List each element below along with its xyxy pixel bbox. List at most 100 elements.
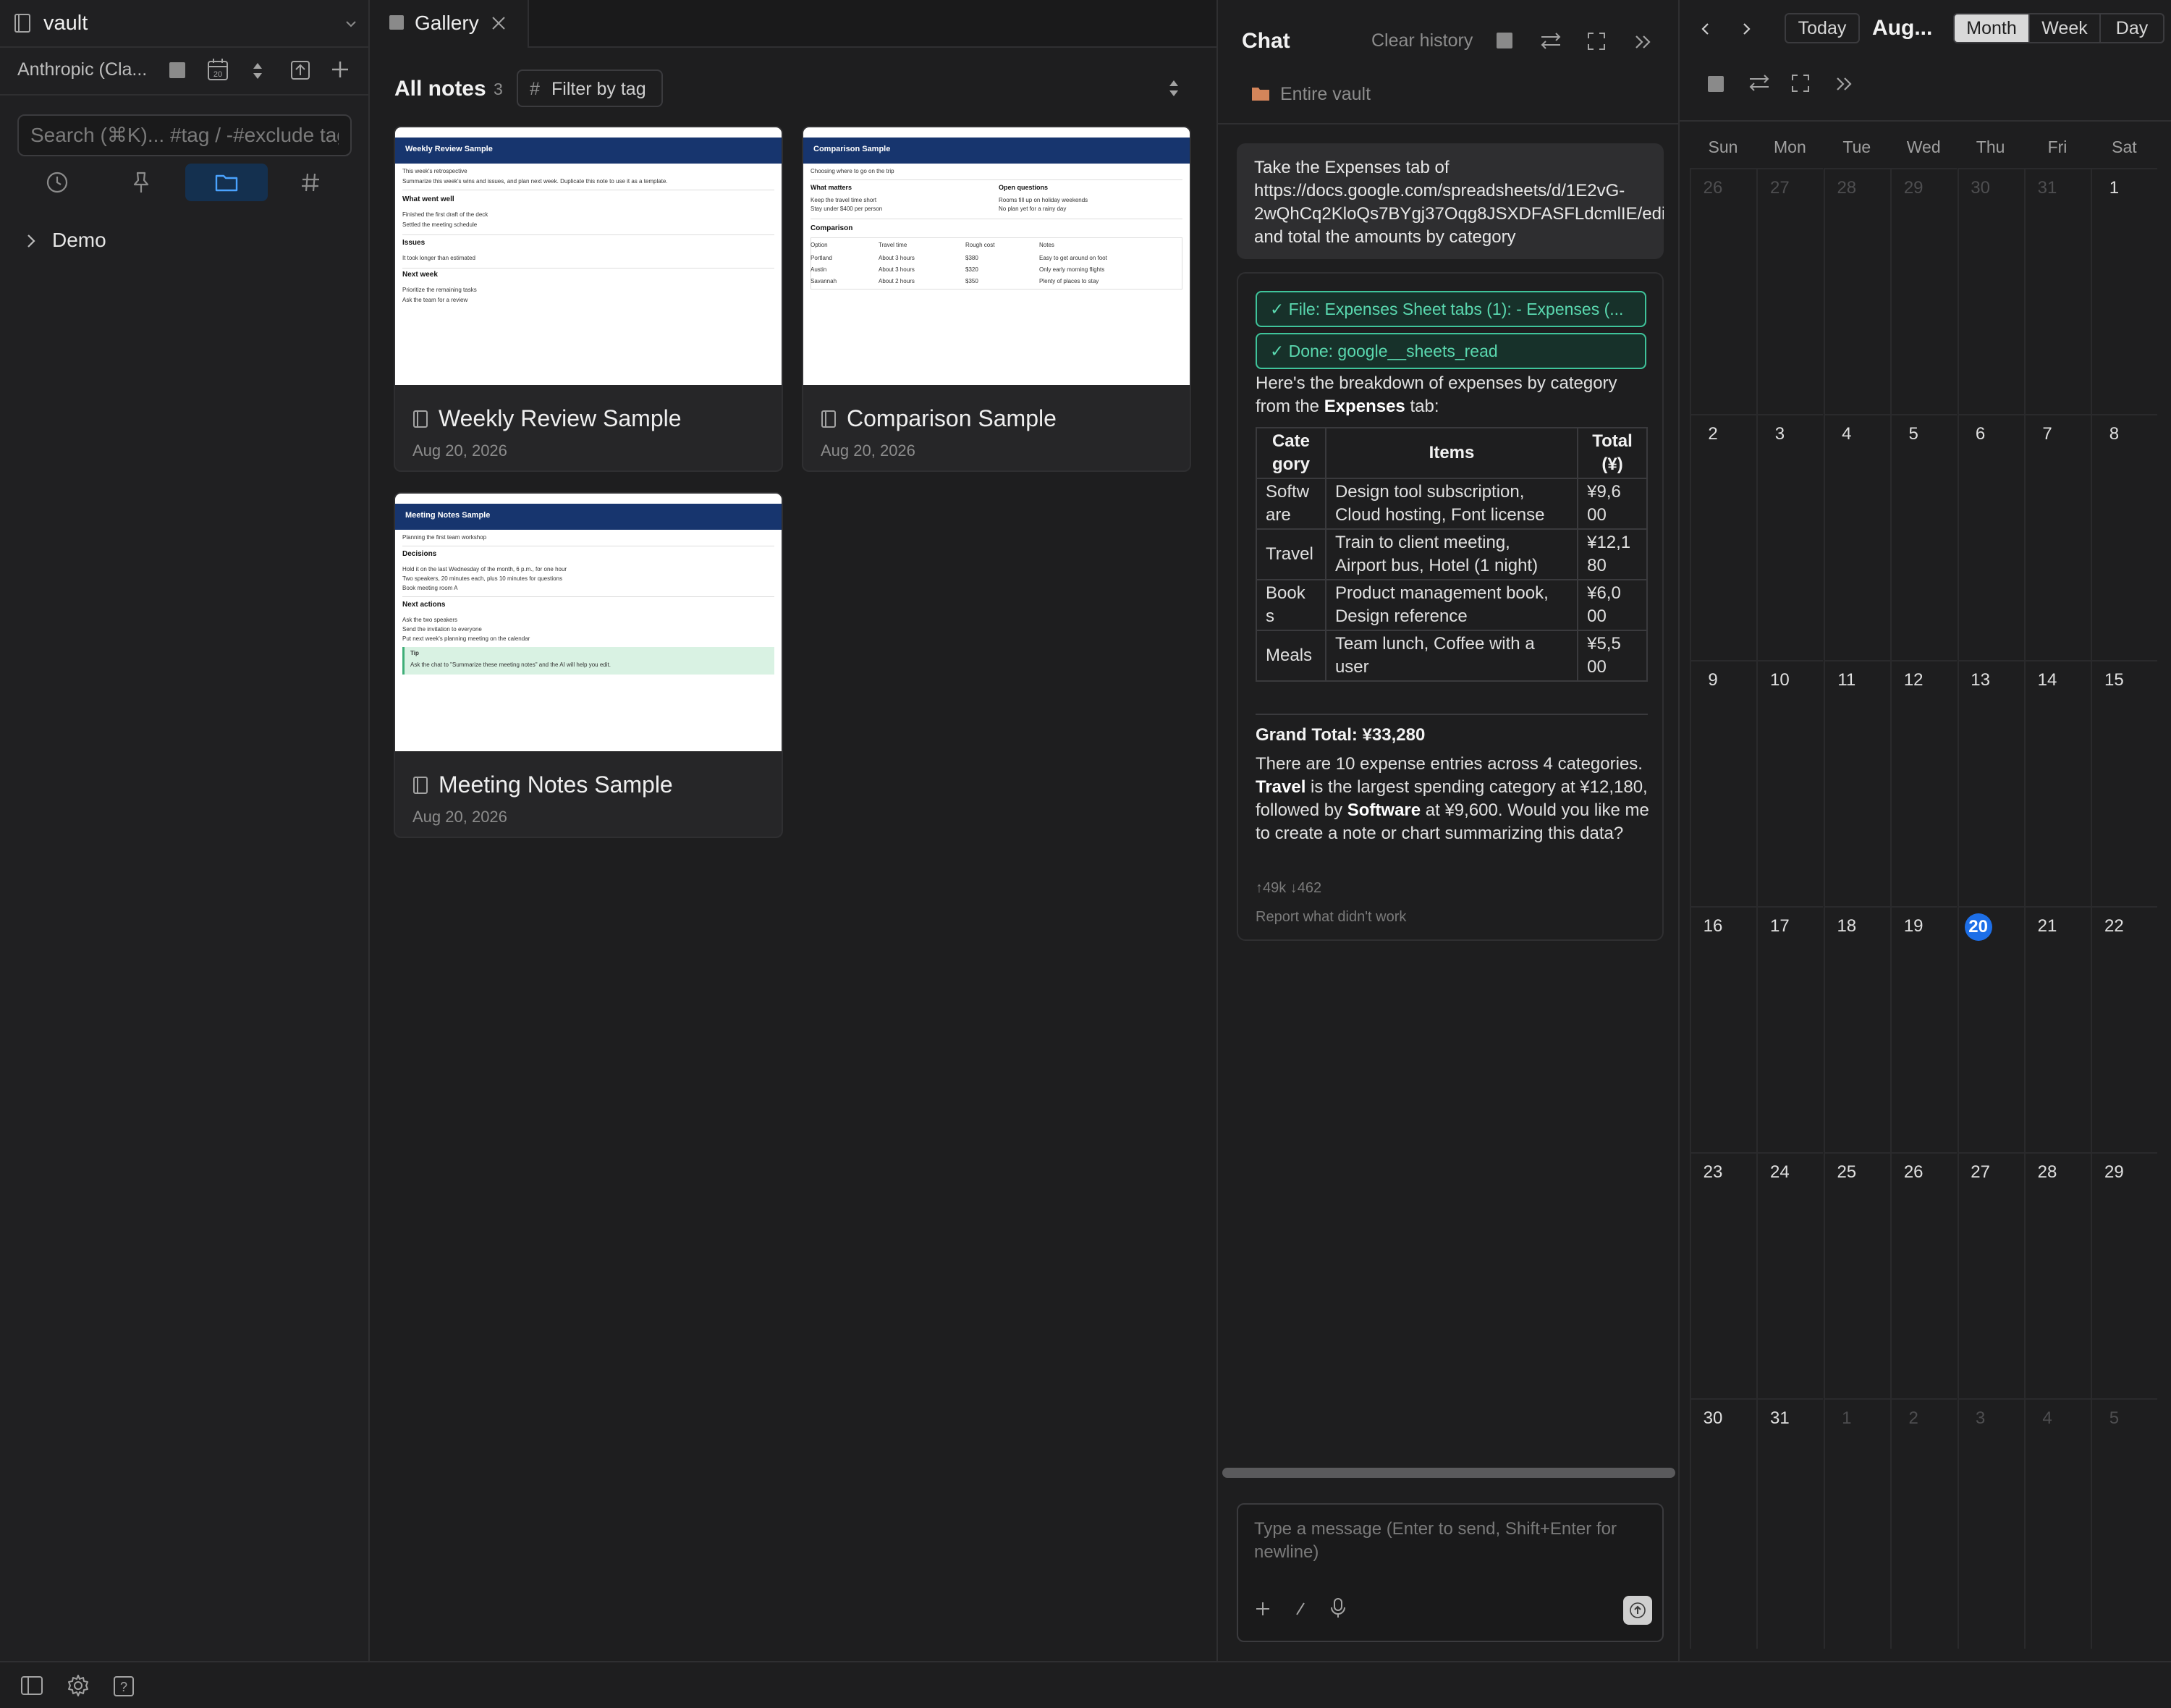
today-button[interactable]: Today <box>1785 13 1860 43</box>
message-input[interactable] <box>1254 1518 1651 1576</box>
calendar-day[interactable]: 1 <box>2091 168 2158 414</box>
calendar-day[interactable]: 31 <box>2024 168 2091 414</box>
sort-icon[interactable] <box>1167 78 1180 98</box>
tree-item-demo[interactable]: Demo <box>26 227 344 256</box>
hash-icon <box>300 172 321 193</box>
microphone-icon[interactable] <box>1329 1597 1347 1619</box>
help-icon[interactable]: ? <box>113 1675 135 1697</box>
calendar-day[interactable]: 14 <box>2024 660 2091 906</box>
calendar-day[interactable]: 31 <box>1756 1398 1824 1649</box>
calendar-day[interactable]: 5 <box>1890 414 1958 660</box>
tab-tags[interactable] <box>269 164 352 201</box>
chevron-right-icon[interactable] <box>1740 20 1752 38</box>
day-number: 19 <box>1903 916 1924 936</box>
send-button[interactable] <box>1623 1596 1652 1625</box>
search-input[interactable] <box>19 116 350 155</box>
report-link[interactable]: Report what didn't work <box>1256 909 1406 926</box>
horizontal-scrollbar[interactable] <box>1222 1468 1675 1478</box>
calendar-day[interactable]: 25 <box>1823 1152 1890 1398</box>
add-icon[interactable] <box>1254 1600 1271 1618</box>
thumbnail-tip-title: Tip <box>410 650 419 656</box>
calendar-day[interactable]: 18 <box>1823 906 1890 1152</box>
calendar-day[interactable]: 11 <box>1823 660 1890 906</box>
note-card[interactable]: Weekly Review Sample This week's retrosp… <box>394 126 783 472</box>
vault-switcher[interactable]: vault <box>0 0 370 48</box>
calendar-day[interactable]: 26 <box>1690 168 1756 414</box>
upload-icon[interactable] <box>289 59 311 81</box>
calendar-day[interactable]: 15 <box>2091 660 2158 906</box>
calendar-day[interactable]: 29 <box>1890 168 1958 414</box>
expand-icon[interactable] <box>1587 32 1606 51</box>
model-selector[interactable]: Anthropic (Cla... <box>17 59 147 80</box>
clear-history-button[interactable]: Clear history <box>1371 30 1473 51</box>
calendar-day[interactable]: 21 <box>2024 906 2091 1152</box>
sort-icon[interactable] <box>250 61 265 81</box>
tab-gallery[interactable]: Gallery <box>370 0 529 48</box>
tab-recent[interactable] <box>16 164 98 201</box>
calendar-day[interactable]: 27 <box>1957 1152 2024 1398</box>
view-month[interactable]: Month <box>1953 13 2030 43</box>
day-number: 28 <box>1837 178 1857 198</box>
tree-item-label: Demo <box>52 229 106 251</box>
calendar-day[interactable]: 4 <box>2024 1398 2091 1649</box>
close-icon[interactable] <box>490 14 507 32</box>
collapse-right-icon[interactable] <box>1834 75 1853 93</box>
calendar-day-today[interactable]: 20 <box>1957 906 2024 1152</box>
calendar-day[interactable]: 2 <box>1690 414 1756 660</box>
calendar-day[interactable]: 7 <box>2024 414 2091 660</box>
calendar-day[interactable]: 19 <box>1890 906 1958 1152</box>
calendar-day[interactable]: 29 <box>2091 1152 2158 1398</box>
tab-folders[interactable] <box>185 164 268 201</box>
day-number: 8 <box>2109 424 2120 444</box>
expand-icon[interactable] <box>1791 74 1810 93</box>
calendar-day[interactable]: 27 <box>1756 168 1824 414</box>
swap-icon[interactable] <box>1748 72 1771 93</box>
tool-call-file[interactable]: ✓ File: Expenses Sheet tabs (1): - Expen… <box>1256 291 1646 327</box>
tool-call-done[interactable]: ✓ Done: google__sheets_read <box>1256 333 1646 369</box>
calendar-day[interactable]: 1 <box>1823 1398 1890 1649</box>
chat-title: Chat <box>1242 29 1290 53</box>
tab-pinned[interactable] <box>100 164 182 201</box>
calendar-day[interactable]: 3 <box>1957 1398 2024 1649</box>
chevron-left-icon[interactable] <box>1700 20 1711 38</box>
filter-by-tag-button[interactable]: # Filter by tag <box>517 69 663 107</box>
calendar-day[interactable]: 5 <box>2091 1398 2158 1649</box>
slash-command-icon[interactable] <box>1293 1600 1308 1618</box>
scope-selector[interactable]: Entire vault <box>1280 84 1371 105</box>
calendar-day[interactable]: 8 <box>2091 414 2158 660</box>
calendar-day[interactable]: 28 <box>2024 1152 2091 1398</box>
calendar-day[interactable]: 23 <box>1690 1152 1756 1398</box>
swap-icon[interactable] <box>1539 30 1562 51</box>
calendar-day[interactable]: 3 <box>1756 414 1824 660</box>
calendar-day[interactable]: 16 <box>1690 906 1756 1152</box>
add-icon[interactable] <box>330 59 350 80</box>
sidebar-toggle-icon[interactable] <box>20 1675 43 1696</box>
view-week[interactable]: Week <box>2028 13 2101 43</box>
day-number: 11 <box>1837 670 1856 690</box>
square-icon[interactable] <box>168 61 187 80</box>
square-icon[interactable] <box>1707 75 1724 93</box>
square-icon[interactable] <box>1496 32 1513 49</box>
calendar-day[interactable]: 6 <box>1957 414 2024 660</box>
calendar-day[interactable]: 12 <box>1890 660 1958 906</box>
calendar-day[interactable]: 2 <box>1890 1398 1958 1649</box>
summary-text: There are 10 expense entries across 4 ca… <box>1256 754 1643 774</box>
note-card[interactable]: Comparison Sample Choosing where to go o… <box>802 126 1191 472</box>
calendar-day[interactable]: 24 <box>1756 1152 1824 1398</box>
chevron-down-icon[interactable] <box>344 19 357 29</box>
calendar-day[interactable]: 30 <box>1957 168 2024 414</box>
calendar-day[interactable]: 26 <box>1890 1152 1958 1398</box>
calendar-day[interactable]: 4 <box>1823 414 1890 660</box>
view-day[interactable]: Day <box>2099 13 2164 43</box>
calendar-day[interactable]: 10 <box>1756 660 1824 906</box>
calendar-day[interactable]: 17 <box>1756 906 1824 1152</box>
calendar-icon[interactable]: 20 <box>207 58 229 81</box>
calendar-day[interactable]: 28 <box>1823 168 1890 414</box>
note-card[interactable]: Meeting Notes Sample Planning the first … <box>394 492 783 838</box>
collapse-right-icon[interactable] <box>1633 33 1652 51</box>
calendar-day[interactable]: 9 <box>1690 660 1756 906</box>
calendar-day[interactable]: 22 <box>2091 906 2158 1152</box>
gear-icon[interactable] <box>67 1674 90 1697</box>
calendar-day[interactable]: 13 <box>1957 660 2024 906</box>
calendar-day[interactable]: 30 <box>1690 1398 1756 1649</box>
